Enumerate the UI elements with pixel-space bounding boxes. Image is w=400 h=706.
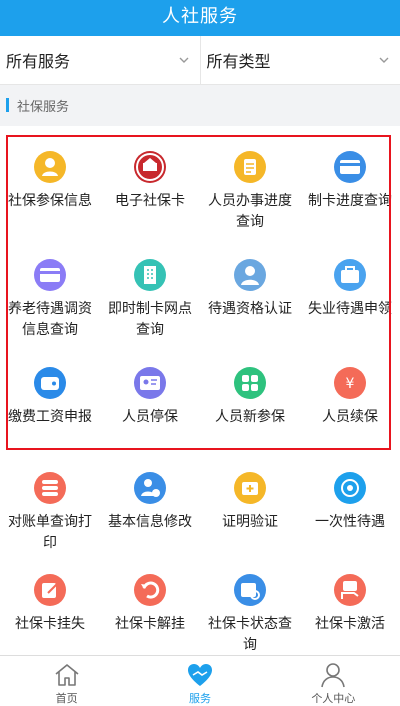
- service-item-label: 一次性待遇: [300, 512, 400, 533]
- service-item[interactable]: ¥ 人员续保: [300, 353, 400, 461]
- service-item-label: 社保卡解挂: [100, 614, 200, 635]
- service-item[interactable]: 待遇资格认证: [200, 245, 300, 353]
- service-item-label: 养老待遇调资信息查询: [0, 299, 100, 341]
- document-icon: [234, 151, 266, 183]
- page-title: 人社服务: [162, 6, 238, 27]
- user-edit-icon: [134, 472, 166, 504]
- emblem-icon: [134, 151, 166, 183]
- doctor-icon: [234, 259, 266, 291]
- service-item[interactable]: 人员停保: [100, 353, 200, 461]
- service-item[interactable]: 电子社保卡: [100, 137, 200, 245]
- tab-home-label: 首页: [56, 690, 78, 706]
- service-filter-label: 所有服务: [6, 48, 70, 72]
- tab-home[interactable]: 首页: [0, 656, 133, 706]
- service-item[interactable]: 人员办事进度查询: [200, 137, 300, 245]
- card-icon: [34, 259, 66, 291]
- service-item[interactable]: 失业待遇申领: [300, 245, 400, 353]
- grid-icon: [234, 367, 266, 399]
- tab-profile[interactable]: 个人中心: [267, 656, 400, 706]
- service-item[interactable]: 社保卡解挂: [100, 560, 200, 668]
- user-icon: [318, 660, 348, 690]
- service-item-label: 电子社保卡: [100, 191, 200, 212]
- service-item-label: 社保参保信息: [0, 191, 100, 212]
- section-accent-bar: [6, 98, 9, 112]
- bottom-navigation: 首页 服务 个人中心: [0, 655, 400, 706]
- coin-icon: [334, 472, 366, 504]
- service-item[interactable]: 即时制卡网点查询: [100, 245, 200, 353]
- type-filter-label: 所有类型: [207, 48, 271, 72]
- service-item-label: 社保卡激活: [300, 614, 400, 635]
- service-item[interactable]: 社保卡激活: [300, 560, 400, 668]
- service-item[interactable]: 缴费工资申报: [0, 353, 100, 461]
- building-icon: [134, 259, 166, 291]
- yuan-hand-icon: ¥: [334, 367, 366, 399]
- filter-bar: 所有服务 所有类型: [0, 36, 400, 85]
- service-item-label: 即时制卡网点查询: [100, 299, 200, 341]
- service-item-label: 人员停保: [100, 407, 200, 428]
- service-item-label: 基本信息修改: [100, 512, 200, 533]
- medical-box-icon: [234, 472, 266, 504]
- service-item-label: 失业待遇申领: [300, 299, 400, 320]
- card-icon: [334, 151, 366, 183]
- calendar-search-icon: [234, 574, 266, 606]
- service-item-label: 对账单查询打印: [0, 512, 100, 554]
- service-item[interactable]: 社保卡状态查询: [200, 560, 300, 668]
- app-header: 人社服务: [0, 0, 400, 36]
- service-item[interactable]: 社保卡挂失: [0, 560, 100, 668]
- service-filter-dropdown[interactable]: 所有服务: [0, 36, 201, 84]
- service-item-label: 缴费工资申报: [0, 407, 100, 428]
- home-icon: [52, 660, 82, 690]
- service-item[interactable]: 人员新参保: [200, 353, 300, 461]
- id-card-icon: [134, 367, 166, 399]
- service-item[interactable]: 对账单查询打印: [0, 458, 100, 566]
- svg-text:¥: ¥: [346, 376, 355, 392]
- chevron-down-icon: [378, 54, 390, 66]
- service-item[interactable]: 基本信息修改: [100, 458, 200, 566]
- service-item[interactable]: 社保参保信息: [0, 137, 100, 245]
- edit-icon: [34, 574, 66, 606]
- undo-icon: [134, 574, 166, 606]
- section-header: 社保服务: [0, 85, 400, 125]
- service-item[interactable]: 养老待遇调资信息查询: [0, 245, 100, 353]
- heart-hands-icon: [185, 660, 215, 690]
- hand-card-icon: [334, 574, 366, 606]
- stack-icon: [34, 472, 66, 504]
- chevron-down-icon: [178, 54, 190, 66]
- service-item-label: 待遇资格认证: [200, 299, 300, 320]
- service-item[interactable]: 证明验证: [200, 458, 300, 566]
- tab-profile-label: 个人中心: [311, 690, 355, 706]
- service-item[interactable]: 制卡进度查询: [300, 137, 400, 245]
- service-item-label: 人员新参保: [200, 407, 300, 428]
- service-item-label: 人员续保: [300, 407, 400, 428]
- service-item-label: 社保卡挂失: [0, 614, 100, 635]
- service-item-label: 人员办事进度查询: [200, 191, 300, 233]
- section-title: 社保服务: [17, 96, 69, 115]
- service-item[interactable]: 一次性待遇: [300, 458, 400, 566]
- briefcase-icon: [334, 259, 366, 291]
- service-item-label: 社保卡状态查询: [200, 614, 300, 656]
- service-item-label: 制卡进度查询: [300, 191, 400, 212]
- wallet-icon: [34, 367, 66, 399]
- tab-services-label: 服务: [189, 690, 211, 706]
- service-item-label: 证明验证: [200, 512, 300, 533]
- tab-services[interactable]: 服务: [133, 656, 266, 706]
- type-filter-dropdown[interactable]: 所有类型: [201, 36, 400, 84]
- person-icon: [34, 151, 66, 183]
